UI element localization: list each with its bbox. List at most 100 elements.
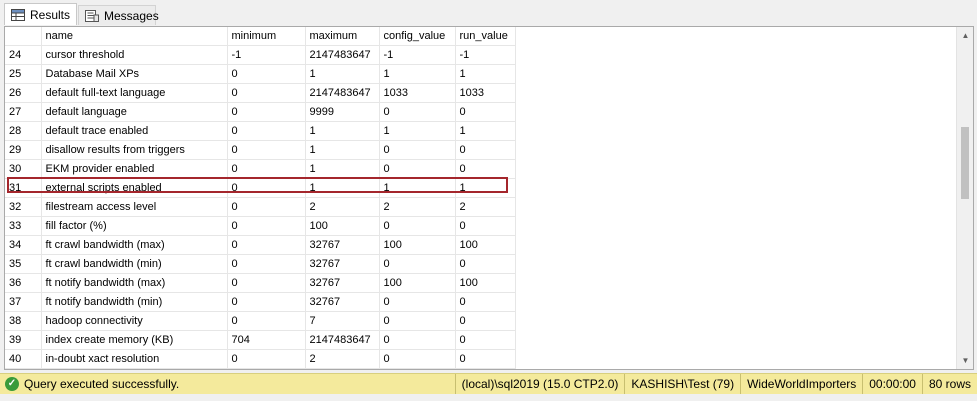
cell-minimum[interactable]: 0 [227,292,306,312]
cell-minimum[interactable]: -1 [227,45,306,65]
cell-rownum[interactable]: 25 [5,64,42,84]
cell-rownum[interactable]: 37 [5,292,42,312]
cell-maximum[interactable]: 1 [305,140,380,160]
cell-maximum[interactable]: 1 [305,121,380,141]
cell-run-value[interactable]: 0 [455,102,516,122]
cell-maximum[interactable]: 1 [305,178,380,198]
cell-rownum[interactable]: 24 [5,45,42,65]
cell-name[interactable]: ft notify bandwidth (min) [41,292,228,312]
cell-name[interactable]: default full-text language [41,83,228,103]
column-header-maximum[interactable]: maximum [305,27,380,46]
cell-config-value[interactable]: 2 [379,197,456,217]
cell-name[interactable]: cursor threshold [41,45,228,65]
table-row[interactable]: 37 ft notify bandwidth (min) 0 32767 0 0 [5,292,516,312]
cell-config-value[interactable]: 100 [379,273,456,293]
cell-config-value[interactable]: 0 [379,330,456,350]
cell-config-value[interactable]: 0 [379,216,456,236]
cell-rownum[interactable]: 28 [5,121,42,141]
scrollbar-thumb[interactable] [961,127,969,199]
cell-minimum[interactable]: 0 [227,216,306,236]
table-row[interactable]: 39 index create memory (KB) 704 2147483647 0… [5,330,516,350]
cell-run-value[interactable]: 0 [455,254,516,274]
vertical-scrollbar[interactable]: ▲ ▼ [956,27,973,369]
cell-rownum[interactable]: 35 [5,254,42,274]
cell-rownum[interactable]: 30 [5,159,42,179]
cell-config-value[interactable]: 0 [379,254,456,274]
table-row[interactable]: 36 ft notify bandwidth (max) 0 32767 100 100 [5,273,516,293]
cell-config-value[interactable]: -1 [379,45,456,65]
tab-messages[interactable]: Messages [78,5,159,25]
table-row[interactable]: 27 default language 0 9999 0 0 [5,102,516,122]
cell-name[interactable]: fill factor (%) [41,216,228,236]
cell-name[interactable]: default language [41,102,228,122]
column-header-config-value[interactable]: config_value [379,27,456,46]
cell-minimum[interactable]: 0 [227,83,306,103]
cell-maximum[interactable]: 2147483647 [305,83,380,103]
cell-rownum[interactable]: 32 [5,197,42,217]
cell-rownum[interactable]: 40 [5,349,42,369]
cell-name[interactable]: filestream access level [41,197,228,217]
scroll-up-icon[interactable]: ▲ [957,27,973,44]
cell-config-value[interactable]: 0 [379,349,456,369]
cell-minimum[interactable]: 0 [227,273,306,293]
cell-run-value[interactable]: 0 [455,159,516,179]
cell-maximum[interactable]: 32767 [305,235,380,255]
cell-config-value[interactable]: 100 [379,235,456,255]
cell-minimum[interactable]: 0 [227,197,306,217]
cell-maximum[interactable]: 2 [305,197,380,217]
cell-run-value[interactable]: 0 [455,216,516,236]
cell-maximum[interactable]: 32767 [305,254,380,274]
cell-rownum[interactable]: 38 [5,311,42,331]
cell-maximum[interactable]: 1 [305,64,380,84]
cell-name[interactable]: ft notify bandwidth (max) [41,273,228,293]
cell-run-value[interactable]: 0 [455,349,516,369]
cell-run-value[interactable]: 0 [455,330,516,350]
cell-config-value[interactable]: 0 [379,140,456,160]
cell-minimum[interactable]: 0 [227,349,306,369]
column-header-run-value[interactable]: run_value [455,27,516,46]
cell-run-value[interactable]: 1 [455,121,516,141]
cell-maximum[interactable]: 2 [305,349,380,369]
table-row[interactable]: 35 ft crawl bandwidth (min) 0 32767 0 0 [5,254,516,274]
cell-name[interactable]: ft crawl bandwidth (min) [41,254,228,274]
cell-maximum[interactable]: 2147483647 [305,330,380,350]
cell-run-value[interactable]: 0 [455,292,516,312]
cell-config-value[interactable]: 1 [379,64,456,84]
table-row[interactable]: 31 external scripts enabled 0 1 1 1 [5,178,516,198]
cell-config-value[interactable]: 1 [379,178,456,198]
cell-config-value[interactable]: 0 [379,311,456,331]
cell-name[interactable]: external scripts enabled [41,178,228,198]
cell-minimum[interactable]: 0 [227,235,306,255]
cell-maximum[interactable]: 7 [305,311,380,331]
cell-config-value[interactable]: 1 [379,121,456,141]
table-row[interactable]: 24 cursor threshold -1 2147483647 -1 -1 [5,45,516,65]
cell-run-value[interactable]: 0 [455,140,516,160]
cell-minimum[interactable]: 0 [227,140,306,160]
cell-name[interactable]: in-doubt xact resolution [41,349,228,369]
tab-results[interactable]: Results [4,3,77,25]
cell-maximum[interactable]: 2147483647 [305,45,380,65]
cell-rownum[interactable]: 26 [5,83,42,103]
cell-rownum[interactable]: 39 [5,330,42,350]
table-row[interactable]: 33 fill factor (%) 0 100 0 0 [5,216,516,236]
cell-minimum[interactable]: 0 [227,254,306,274]
table-row[interactable]: 34 ft crawl bandwidth (max) 0 32767 100 100 [5,235,516,255]
cell-rownum[interactable]: 33 [5,216,42,236]
cell-rownum[interactable]: 36 [5,273,42,293]
cell-maximum[interactable]: 1 [305,159,380,179]
scroll-down-icon[interactable]: ▼ [957,352,973,369]
cell-config-value[interactable]: 0 [379,102,456,122]
cell-minimum[interactable]: 704 [227,330,306,350]
table-row[interactable]: 38 hadoop connectivity 0 7 0 0 [5,311,516,331]
cell-name[interactable]: index create memory (KB) [41,330,228,350]
cell-name[interactable]: ft crawl bandwidth (max) [41,235,228,255]
cell-rownum[interactable]: 29 [5,140,42,160]
cell-maximum[interactable]: 32767 [305,273,380,293]
cell-rownum[interactable]: 27 [5,102,42,122]
cell-run-value[interactable]: 100 [455,273,516,293]
cell-maximum[interactable]: 100 [305,216,380,236]
table-row[interactable]: 25 Database Mail XPs 0 1 1 1 [5,64,516,84]
cell-name[interactable]: default trace enabled [41,121,228,141]
cell-config-value[interactable]: 1033 [379,83,456,103]
cell-maximum[interactable]: 9999 [305,102,380,122]
